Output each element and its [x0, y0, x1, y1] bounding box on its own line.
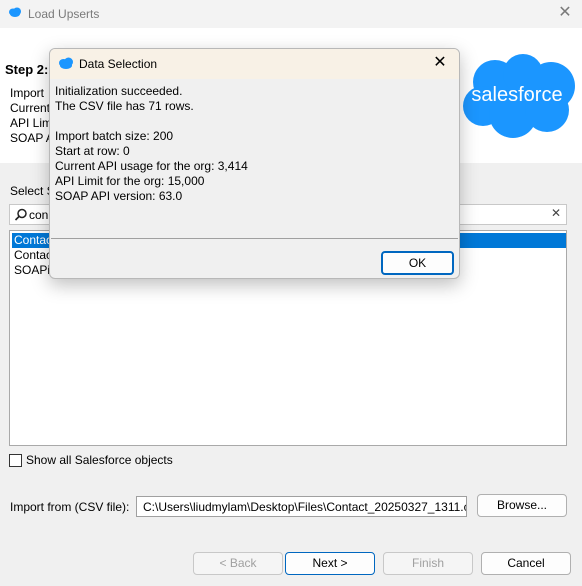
- salesforce-cloud-icon: [59, 57, 73, 69]
- dialog-message-line: Current API usage for the org: 3,414: [55, 159, 248, 173]
- dialog-titlebar: Data Selection ✕: [50, 49, 459, 79]
- window-titlebar: Load Upserts ✕: [0, 0, 582, 28]
- salesforce-logo-text: salesforce: [471, 84, 563, 106]
- cancel-button[interactable]: Cancel: [481, 552, 571, 575]
- info-line-soap: SOAP A: [10, 131, 54, 145]
- window-close-button[interactable]: ✕: [556, 4, 574, 22]
- select-object-label: Select S: [10, 184, 55, 198]
- back-button[interactable]: < Back: [193, 552, 283, 575]
- step-title: Step 2:: [5, 62, 49, 77]
- clear-search-button[interactable]: ✕: [549, 206, 563, 222]
- import-from-label: Import from (CSV file):: [10, 500, 130, 514]
- ok-button[interactable]: OK: [381, 251, 454, 275]
- dialog-close-button[interactable]: ✕: [431, 54, 449, 72]
- dialog-message-line: Import batch size: 200: [55, 129, 174, 143]
- finish-button[interactable]: Finish: [383, 552, 473, 575]
- dialog-message-line: Initialization succeeded.: [55, 84, 183, 98]
- dialog-separator: [51, 238, 458, 239]
- info-line-import: Import: [10, 86, 45, 100]
- dialog-message-line: The CSV file has 71 rows.: [55, 99, 194, 113]
- dialog-title: Data Selection: [79, 57, 158, 71]
- window-title: Load Upserts: [28, 7, 100, 21]
- salesforce-cloud-icon: [9, 7, 21, 17]
- salesforce-logo: salesforce: [455, 48, 579, 144]
- info-line-api-limit: API Lim: [10, 116, 53, 130]
- show-all-objects-checkbox[interactable]: [9, 453, 22, 467]
- data-selection-dialog: Data Selection ✕ Initialization succeede…: [49, 48, 460, 279]
- dialog-message-line: SOAP API version: 63.0: [55, 189, 183, 203]
- search-icon: [14, 208, 27, 221]
- info-line-current: Current: [10, 101, 51, 115]
- browse-button[interactable]: Browse...: [477, 494, 567, 517]
- next-button[interactable]: Next >: [285, 552, 375, 575]
- search-value: con: [29, 208, 49, 222]
- dialog-message-line: API Limit for the org: 15,000: [55, 174, 205, 188]
- dialog-message-line: Start at row: 0: [55, 144, 130, 158]
- show-all-objects-label: Show all Salesforce objects: [26, 453, 173, 467]
- show-all-objects-row[interactable]: Show all Salesforce objects: [9, 453, 173, 467]
- csv-path-field[interactable]: C:\Users\liudmylam\Desktop\Files\Contact…: [136, 496, 467, 517]
